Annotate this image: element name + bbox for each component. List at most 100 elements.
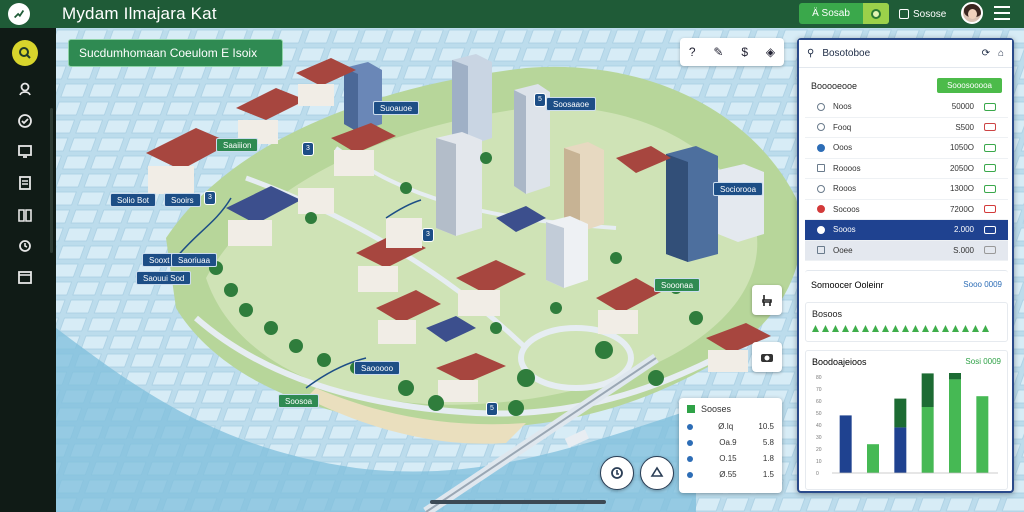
map-label[interactable]: Sooonaa (654, 278, 701, 292)
summary-label: Somoocer Ooleinr (811, 279, 884, 290)
list-item[interactable]: Socoos 7200O (805, 200, 1008, 220)
chart-bar[interactable] (839, 415, 852, 473)
y-tick-label: 40 (816, 423, 822, 429)
compass-icon[interactable] (640, 456, 674, 490)
app-title: Mydam Ilmajara Kat (62, 4, 217, 23)
chart-bar[interactable] (894, 398, 907, 428)
app-logo-icon[interactable] (8, 3, 30, 25)
section-action-button[interactable]: Sooosooooa (937, 78, 1002, 93)
map-label[interactable]: Saouui Sod (136, 271, 192, 285)
badge-icon (984, 246, 996, 255)
section-title: Booooeooe (811, 80, 858, 91)
badge-icon (984, 102, 996, 111)
growth-title: Bosoos (812, 309, 843, 319)
summary-link[interactable]: Sooo 0009 (963, 280, 1002, 289)
chart-bar[interactable] (921, 407, 934, 473)
y-tick-label: 0 (816, 471, 819, 477)
list-item[interactable]: Noos 50000 (805, 97, 1008, 118)
locate-icon[interactable] (600, 456, 634, 490)
chair-icon[interactable] (752, 285, 782, 315)
refresh-icon[interactable]: ⟳ (982, 48, 990, 59)
header-action-button[interactable]: Sosose (899, 5, 946, 23)
sidebar-item-status[interactable] (14, 110, 36, 132)
legend-row: Oa.9 5.8 (687, 438, 774, 447)
edit-icon[interactable]: ✎ (713, 45, 723, 59)
map-marker[interactable]: 5 (486, 402, 498, 416)
document-icon (19, 176, 31, 190)
y-tick-label: 70 (816, 387, 822, 393)
map-title-banner: Sucdumhomaan Coeulom E Isoix (68, 39, 283, 67)
map-label[interactable]: Saaiiion (216, 138, 259, 152)
chart-bar[interactable] (949, 373, 961, 380)
clock-icon (19, 240, 31, 252)
badge-icon (984, 225, 996, 234)
sidebar-item-home[interactable] (12, 40, 38, 66)
toggle-knob-icon[interactable] (863, 3, 889, 24)
list-item[interactable]: Ooee S.000 (805, 240, 1008, 261)
layers-icon[interactable]: ◈ (766, 45, 775, 59)
sidebar-item-display[interactable] (14, 140, 36, 162)
sidebar-item-calendar[interactable] (14, 266, 36, 288)
badge-icon (984, 123, 996, 132)
chart-title: Boodoajeioos (812, 357, 867, 367)
toggle-label: Ä Sosab (812, 8, 850, 19)
search-icon[interactable]: ⚲ (807, 48, 814, 59)
analytics-panel: ⚲ Bosotoboe ⟳ ⌂ Booooeooe Sooosooooa Noo… (797, 38, 1014, 493)
chart-bar[interactable] (921, 373, 934, 407)
map-horizontal-scrollbar[interactable] (430, 500, 606, 504)
sidebar-item-library[interactable] (14, 204, 36, 226)
y-tick-label: 10 (816, 459, 822, 465)
map-toolbar: ? ✎ $ ◈ (680, 38, 784, 66)
sidebar-item-history[interactable] (14, 234, 36, 256)
camera-icon[interactable] (752, 342, 782, 372)
badge-icon (984, 184, 996, 193)
search-icon (19, 47, 31, 59)
y-tick-label: 20 (816, 447, 822, 453)
chart-section: Boodoajeioos Sosi 0009 0 10 20 30 40 50 60 70 80 (805, 350, 1008, 490)
list-item[interactable]: Roooos 2050O (805, 159, 1008, 179)
map-label[interactable]: Saooooo (354, 361, 401, 375)
hamburger-menu-icon[interactable] (994, 6, 1010, 20)
map-label[interactable]: Sociorooa (713, 182, 764, 196)
y-tick-label: 80 (816, 375, 822, 381)
legend-square-icon (687, 405, 695, 413)
cost-icon[interactable]: $ (741, 45, 748, 59)
growth-section: Bosoos (805, 302, 1008, 342)
list-item[interactable]: Rooos 1300O (805, 179, 1008, 200)
map-label[interactable]: Soosaaoe (546, 97, 597, 111)
monitor-icon (18, 145, 32, 158)
square-icon (899, 9, 909, 19)
list-item-selected[interactable]: Sooos 2.000 (805, 220, 1008, 241)
map-marker[interactable]: 3 (422, 228, 434, 242)
sidebar-item-reports[interactable] (14, 172, 36, 194)
map-label[interactable]: Sooirs (164, 193, 201, 207)
y-tick-label: 50 (816, 411, 822, 417)
map-marker[interactable]: 3 (204, 191, 216, 205)
home-icon[interactable]: ⌂ (998, 48, 1004, 59)
list-item[interactable]: Fooq S500 (805, 118, 1008, 138)
sidebar-item-users[interactable] (14, 78, 36, 100)
map-label[interactable]: Suoauoe (373, 101, 420, 115)
chart-link[interactable]: Sosi 0009 (965, 357, 1001, 367)
user-avatar[interactable] (961, 2, 983, 24)
mode-toggle[interactable]: Ä Sosab (799, 3, 889, 24)
chart-bar[interactable] (976, 396, 989, 473)
map-label[interactable]: Solio Bot (110, 193, 157, 207)
chart-bar[interactable] (867, 444, 879, 473)
y-tick-label: 60 (816, 399, 822, 405)
growth-indicators (806, 325, 1007, 332)
map-marker[interactable]: 3 (302, 142, 314, 156)
chart-bar[interactable] (894, 427, 907, 473)
sidebar-scrollbar[interactable] (50, 108, 53, 253)
legend-row: O.15 1.8 (687, 454, 774, 463)
map-label[interactable]: Saoriuaa (171, 253, 218, 267)
map-legend: Sooses Ø.Iq 10.5 Oa.9 5.8 O.15 1.8 Ø.55 1.5 (679, 398, 782, 493)
map-label[interactable]: Soosoa (278, 394, 320, 408)
map-marker[interactable]: 5 (534, 93, 546, 107)
list-item[interactable]: Ooos 1050O (805, 138, 1008, 159)
summary-row: Somoocer Ooleinr Sooo 0009 (805, 270, 1008, 298)
chart-bar[interactable] (949, 379, 961, 473)
bar-chart: 0 10 20 30 40 50 60 70 80 (816, 373, 998, 477)
help-icon[interactable]: ? (689, 45, 696, 59)
legend-title: Sooses (701, 404, 732, 414)
